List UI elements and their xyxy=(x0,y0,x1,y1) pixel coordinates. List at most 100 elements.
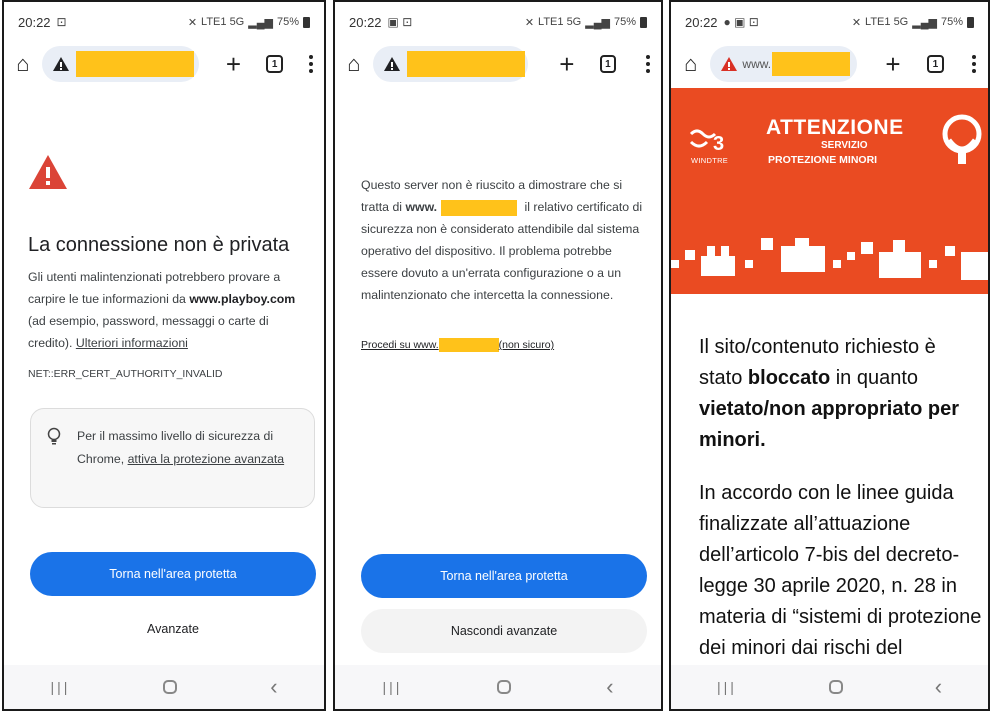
status-indicators: ✕ LTE1 5G ▂▄▆ 75% xyxy=(852,16,974,29)
redacted-url xyxy=(406,51,525,77)
status-bar: 20:22 ⊡ ✕ LTE1 5G ▂▄▆ 75% xyxy=(4,2,324,42)
status-indicators: ✕ LTE1 5G ▂▄▆ 75% xyxy=(188,16,310,29)
child-protection-icon xyxy=(942,114,982,164)
battery-label: 75% xyxy=(613,16,636,28)
back-icon[interactable]: ‹ xyxy=(606,674,613,700)
recents-icon[interactable]: ||| xyxy=(717,679,737,695)
screenshot-blocked-page: 20:22 ● ▣ ⊡ ✕ LTE1 5G ▂▄▆ 75% ⌂ www. + 1… xyxy=(669,0,990,711)
android-nav-bar: ||| ‹ xyxy=(671,665,988,709)
not-secure-warning-icon xyxy=(52,57,69,71)
home-icon[interactable]: ⌂ xyxy=(343,51,365,76)
more-menu-icon[interactable] xyxy=(642,55,653,73)
url-text: www. xyxy=(742,57,772,71)
battery-icon xyxy=(640,16,647,28)
legal-notice: In accordo con le linee guida finalizzat… xyxy=(699,482,982,659)
redacted-domain xyxy=(438,338,499,352)
advanced-button[interactable]: Avanzate xyxy=(30,607,316,651)
android-nav-bar: ||| ‹ xyxy=(335,665,661,709)
recents-icon[interactable]: ||| xyxy=(382,679,402,695)
windtre-logo-icon: 3 xyxy=(689,129,724,154)
more-info-link[interactable]: Ulteriori informazioni xyxy=(76,336,188,350)
recents-icon[interactable]: ||| xyxy=(50,679,70,695)
network-label: LTE1 5G xyxy=(538,16,582,28)
protection-banner: 3 WINDTRE ATTENZIONE SERVIZIO PROTEZIONE… xyxy=(671,88,988,303)
battery-label: 75% xyxy=(940,16,963,28)
blocked-reason: vietato/non appropriato per minori. xyxy=(699,398,960,451)
signal-icon: ▂▄▆ xyxy=(585,16,610,29)
redacted-domain xyxy=(441,199,518,216)
signal-icon: ▂▄▆ xyxy=(248,16,273,29)
mute-icon: ✕ xyxy=(187,16,198,29)
banner-subtitle-2: PROTEZIONE MINORI xyxy=(768,154,878,166)
not-secure-warning-icon xyxy=(721,57,738,71)
browser-toolbar: ⌂ + 1 xyxy=(335,42,661,86)
redacted-url xyxy=(772,52,851,76)
error-title: La connessione non è privata xyxy=(28,234,290,256)
proceed-prefix: Procedi su www. xyxy=(361,338,439,351)
back-icon[interactable]: ‹ xyxy=(270,674,277,700)
url-bar[interactable] xyxy=(41,46,199,82)
mute-icon: ✕ xyxy=(524,16,535,29)
android-nav-bar: ||| ‹ xyxy=(4,665,324,709)
new-tab-icon[interactable]: + xyxy=(879,51,906,77)
blocked-message: Il sito/contenuto richiesto è stato bloc… xyxy=(699,332,984,456)
browser-toolbar: ⌂ + 1 xyxy=(4,42,324,86)
tab-switcher-icon[interactable]: 1 xyxy=(266,55,284,73)
not-secure-warning-icon xyxy=(383,57,400,71)
status-bar: 20:22 ▣ ⊡ ✕ LTE1 5G ▂▄▆ 75% xyxy=(335,2,661,42)
enhanced-protection-link[interactable]: attiva la protezione avanzata xyxy=(128,452,285,466)
network-label: LTE1 5G xyxy=(201,16,245,28)
tab-switcher-icon[interactable]: 1 xyxy=(599,55,617,73)
screenshot-advanced-details: 20:22 ▣ ⊡ ✕ LTE1 5G ▂▄▆ 75% ⌂ + 1 Questo… xyxy=(333,0,663,711)
more-menu-icon[interactable] xyxy=(305,55,316,73)
blocked-emphasis: bloccato xyxy=(747,367,831,389)
new-tab-icon[interactable]: + xyxy=(554,51,579,77)
home-icon[interactable]: ⌂ xyxy=(679,51,702,76)
nav-home-icon[interactable] xyxy=(163,680,178,694)
proceed-suffix: (non sicuro) xyxy=(498,338,555,351)
status-time: 20:22 xyxy=(685,14,718,30)
certificate-error-details: Questo server non è riuscito a dimostrar… xyxy=(361,174,643,306)
proceed-unsafe-link[interactable]: Procedi su www. (non sicuro) xyxy=(361,338,554,352)
error-code: NET::ERR_CERT_AUTHORITY_INVALID xyxy=(28,368,223,380)
blocked-text-2: in quanto xyxy=(830,367,919,389)
error-domain: www.playboy.com xyxy=(189,292,296,306)
banner-subtitle: SERVIZIO xyxy=(821,140,868,151)
tab-switcher-icon[interactable]: 1 xyxy=(926,55,945,73)
more-menu-icon[interactable] xyxy=(968,55,980,73)
hide-advanced-button[interactable]: Nascondi avanzate xyxy=(361,609,647,653)
back-to-safety-button[interactable]: Torna nell'area protetta xyxy=(361,554,647,598)
url-bar[interactable] xyxy=(372,46,529,82)
pixel-art-decoration xyxy=(671,238,988,303)
battery-icon xyxy=(303,16,310,28)
brand-label: WINDTRE xyxy=(691,156,729,165)
battery-icon xyxy=(967,16,974,28)
signal-icon: ▂▄▆ xyxy=(912,16,937,29)
screenshot-privacy-error: 20:22 ⊡ ✕ LTE1 5G ▂▄▆ 75% ⌂ + 1 La conne… xyxy=(2,0,326,711)
banner-title: ATTENZIONE xyxy=(766,116,904,139)
location-icon: ● ▣ ⊡ xyxy=(723,15,759,29)
url-bar[interactable]: www. xyxy=(710,46,858,82)
mute-icon: ✕ xyxy=(851,16,862,29)
status-bar: 20:22 ● ▣ ⊡ ✕ LTE1 5G ▂▄▆ 75% xyxy=(671,2,988,42)
details-domain: www. xyxy=(405,200,438,214)
screenshot-icon: ⊡ xyxy=(56,15,67,29)
home-icon[interactable]: ⌂ xyxy=(12,51,34,76)
back-to-safety-button[interactable]: Torna nell'area protetta xyxy=(30,552,316,596)
lightbulb-icon xyxy=(47,427,61,445)
warning-triangle-icon xyxy=(29,155,67,189)
nav-home-icon[interactable] xyxy=(828,680,843,694)
nav-home-icon[interactable] xyxy=(497,680,512,694)
battery-label: 75% xyxy=(276,16,299,28)
error-description: Gli utenti malintenzionati potrebbero pr… xyxy=(28,266,314,354)
new-tab-icon[interactable]: + xyxy=(221,51,247,77)
status-time: 20:22 xyxy=(18,14,51,30)
redacted-url xyxy=(75,51,194,77)
svg-text:3: 3 xyxy=(713,133,724,154)
network-label: LTE1 5G xyxy=(865,16,909,28)
status-time: 20:22 xyxy=(349,14,382,30)
status-indicators: ✕ LTE1 5G ▂▄▆ 75% xyxy=(525,16,647,29)
safe-browsing-tip: Per il massimo livello di sicurezza di C… xyxy=(30,408,315,508)
gallery-icon: ▣ ⊡ xyxy=(387,15,413,29)
back-icon[interactable]: ‹ xyxy=(935,674,942,700)
